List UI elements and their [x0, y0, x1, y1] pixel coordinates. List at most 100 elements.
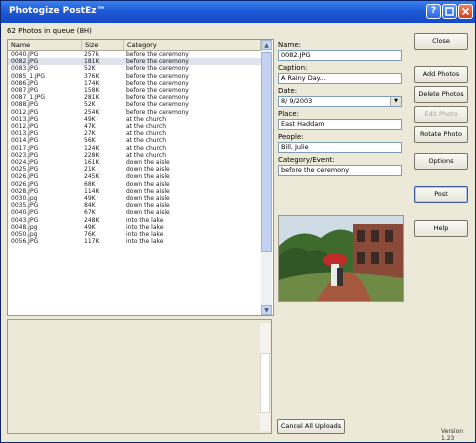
cell-category: into the lake [126, 216, 164, 224]
cell-size: 228K [84, 151, 100, 159]
table-row[interactable]: 0012.JPG 47K at the church [8, 123, 261, 130]
list-scrollbar[interactable]: ▲ ▼ [261, 40, 272, 315]
cell-name: 0048.jpg [11, 223, 38, 231]
cell-category: at the church [126, 144, 167, 152]
post-button[interactable]: Post [414, 186, 468, 203]
cell-name: 0086.JPG [11, 79, 39, 87]
cell-name: 0083.JPG [11, 65, 39, 73]
column-header-name[interactable]: Name [8, 40, 82, 50]
close-button[interactable]: Close [414, 33, 468, 50]
cell-size: 49K [84, 223, 96, 231]
table-row[interactable]: 0023.JPG 228K at the church [8, 152, 261, 159]
edit-photo-button[interactable]: Edit Photo [414, 106, 468, 123]
table-row[interactable]: 0017.JPG 124K at the church [8, 145, 261, 152]
cell-size: 52K [84, 65, 96, 73]
cell-category: before the ceremony [126, 94, 189, 102]
table-row[interactable]: 0026.JPG 245K down the aisle [8, 173, 261, 180]
cell-category: down the aisle [126, 173, 170, 181]
cell-name: 0040.JPG [11, 209, 39, 217]
table-row[interactable]: 0088.JPG 52K before the ceremony [8, 101, 261, 108]
table-row[interactable]: 0085_1.JPG 376K before the ceremony [8, 73, 261, 80]
cell-category: at the church [126, 123, 167, 130]
scroll-down-arrow-icon[interactable]: ▼ [261, 305, 272, 315]
cancel-all-uploads-button[interactable]: Cancel All Uploads [277, 419, 345, 434]
table-row[interactable]: 0048.jpg 49K into the lake [8, 224, 261, 231]
help-button[interactable]: Help [414, 220, 468, 237]
cell-size: 76K [84, 231, 96, 238]
cell-size: 281K [84, 94, 100, 102]
photo-preview [278, 215, 404, 302]
table-row[interactable]: 0024.JPG 161K down the aisle [8, 159, 261, 166]
date-label: Date: [278, 87, 298, 95]
name-field[interactable]: 0082.JPG [278, 50, 402, 61]
place-field[interactable]: East Haddam [278, 119, 402, 130]
table-row[interactable]: 0040.JPG 257k before the ceremony [8, 51, 261, 58]
table-row[interactable]: 0013.JPG 27K at the church [8, 130, 261, 137]
table-row[interactable]: 0012.JPG 254K before the ceremony [8, 109, 261, 116]
column-header-category[interactable]: Category [124, 40, 261, 50]
table-row[interactable]: 0028.JPG 114K down the aisle [8, 188, 261, 195]
cell-size: 181K [84, 58, 100, 66]
cell-category: before the ceremony [126, 101, 189, 109]
column-header-size[interactable]: Size [82, 40, 124, 50]
rotate-photo-button[interactable]: Rotate Photo [414, 126, 468, 143]
cell-size: 158K [84, 87, 100, 94]
people-field[interactable]: Bill, Julie [278, 142, 402, 153]
name-label: Name: [278, 41, 302, 49]
table-row[interactable]: 0014.JPG 56K at the church [8, 137, 261, 144]
table-row[interactable]: 0026.JPG 68K down the aisle [8, 181, 261, 188]
table-row[interactable]: 0040.JPG 67K down the aisle [8, 209, 261, 216]
caption-field[interactable]: A Rainy Day... [278, 73, 402, 84]
queue-count-label: 62 Photos in queue (8H) [7, 27, 92, 35]
cell-name: 0014.JPG [11, 137, 39, 145]
cell-size: 117K [84, 238, 100, 246]
place-label: Place: [278, 110, 299, 118]
cell-category: at the church [126, 130, 167, 138]
options-button[interactable]: Options [414, 153, 468, 170]
cell-name: 0040.JPG [11, 51, 39, 58]
dropdown-arrow-icon[interactable]: ▼ [390, 97, 401, 106]
log-scrollbar[interactable] [260, 323, 270, 431]
delete-photos-button[interactable]: Delete Photos [414, 86, 468, 103]
help-window-button[interactable]: ? [426, 4, 441, 19]
scroll-thumb[interactable] [261, 52, 272, 252]
table-row[interactable]: 0083.JPG 52K before the ceremony [8, 65, 261, 72]
cell-name: 0035.JPG [11, 202, 39, 210]
title-bar[interactable]: Photogize PostEz™ ? [1, 1, 475, 23]
cell-category: before the ceremony [126, 108, 189, 116]
table-row[interactable]: 0043.JPG 248K into the lake [8, 217, 261, 224]
cell-category: down the aisle [126, 180, 170, 188]
maximize-button[interactable] [442, 4, 457, 19]
window-title: Photogize PostEz™ [9, 6, 106, 16]
category-field[interactable]: before the ceremony [278, 165, 402, 176]
category-label: Category/Event: [278, 156, 335, 164]
version-label: Version 1.23 [441, 428, 464, 442]
table-row[interactable]: 0013.JPG 49K at the church [8, 116, 261, 123]
table-row[interactable]: 0030.jpg 49K down the aisle [8, 195, 261, 202]
cell-name: 0082.JPG [11, 58, 39, 66]
add-photos-button[interactable]: Add Photos [414, 66, 468, 83]
table-row[interactable]: 0082.JPG 181K before the ceremony [8, 58, 261, 66]
cell-name: 0012.JPG [11, 123, 39, 130]
cell-size: 52K [84, 101, 96, 109]
table-row[interactable]: 0056.JPG 117K into the lake [8, 238, 261, 245]
table-row[interactable]: 0025.JPG 21K down the aisle [8, 166, 261, 173]
cell-size: 245K [84, 173, 100, 181]
cell-name: 0025.JPG [11, 166, 39, 174]
table-row[interactable]: 0087.JPG 158K before the ceremony [8, 87, 261, 94]
date-picker[interactable]: 8/ 9/2003 ▼ [278, 96, 402, 107]
cell-size: 124K [84, 144, 100, 152]
table-row[interactable]: 0086.JPG 174K before the ceremony [8, 80, 261, 87]
close-window-button[interactable] [458, 4, 473, 19]
table-row[interactable]: 0050.jpg 76K into the lake [8, 231, 261, 238]
app-window: Photogize PostEz™ ? 62 Photos in queue (… [0, 0, 476, 443]
log-scroll-thumb[interactable] [260, 353, 270, 413]
cell-size: 114K [84, 187, 100, 195]
cell-size: 161K [84, 159, 100, 166]
table-row[interactable]: 0035.JPG 84K down the aisle [8, 202, 261, 209]
cell-name: 0085_1.JPG [11, 72, 46, 80]
cell-size: 248K [84, 216, 100, 224]
scroll-up-arrow-icon[interactable]: ▲ [261, 40, 272, 50]
photo-list[interactable]: Name Size Category 0040.JPG 257k before th… [7, 39, 274, 316]
table-row[interactable]: 0087_1.JPG 281K before the ceremony [8, 94, 261, 101]
